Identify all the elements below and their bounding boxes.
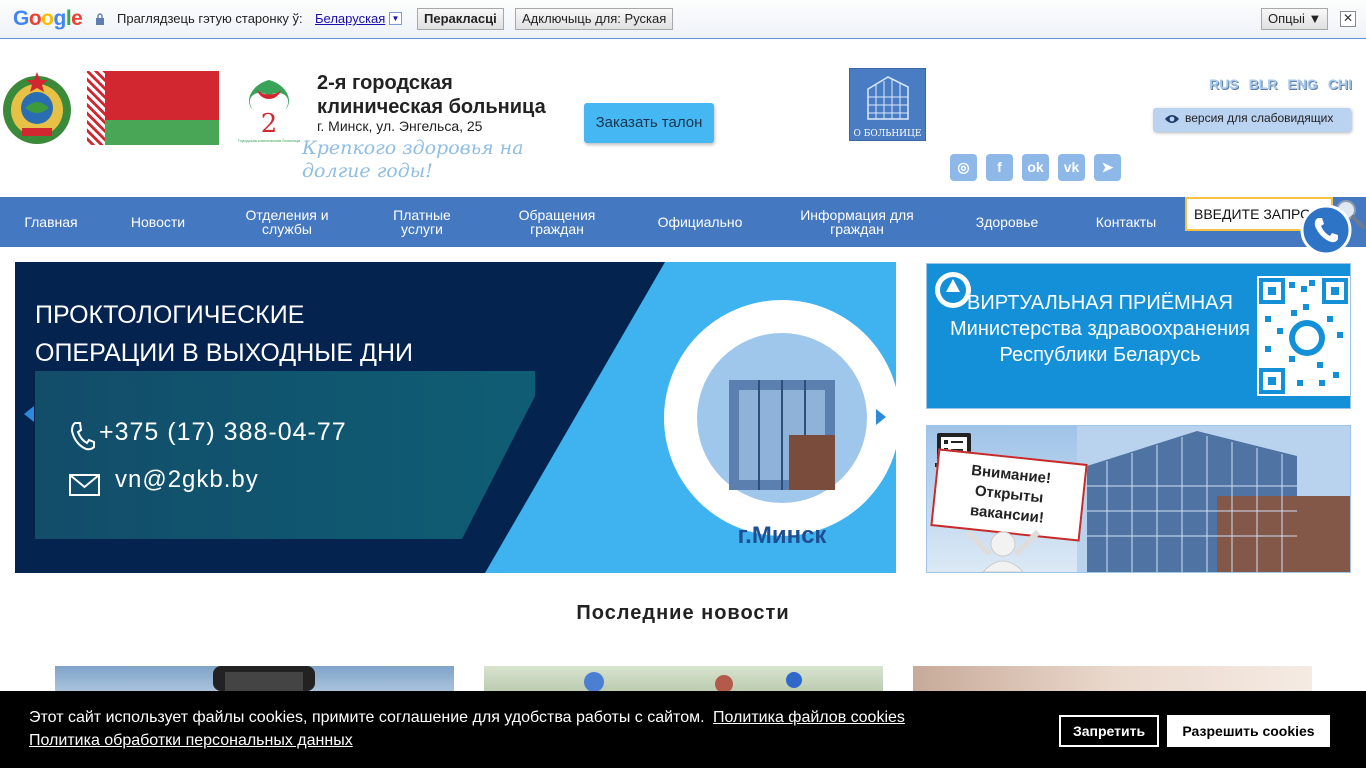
nav-item-departments[interactable]: Отделения и службы [232,197,342,247]
about-hospital-link[interactable]: О БОЛЬНИЦЕ [849,68,926,141]
translate-bar: Google Праглядзець гэтую старонку ў: Бел… [0,0,1366,39]
hospital-logo-icon: 2 Городская клиническая больница [238,80,301,143]
disable-translate-button[interactable]: Адключыць для: Руская [515,8,674,30]
figure-illustration [965,530,1041,572]
order-ticket-button[interactable]: Заказать талон [584,103,714,143]
virtual-reception-text: ВИРТУАЛЬНАЯ ПРИЁМНАЯ Министерства здраво… [950,290,1250,368]
odnoklassniki-icon[interactable]: ok [1022,154,1049,181]
close-icon[interactable]: ✕ [1340,11,1356,27]
translate-options-button[interactable]: Опцыі ▼ [1261,8,1329,30]
nav-item-contacts[interactable]: Контакты [1082,197,1170,247]
translate-language-link[interactable]: Беларуская [315,11,385,26]
banner-contact-panel [35,371,535,539]
state-emblem-icon [3,72,71,144]
telegram-icon[interactable]: ➤ [1094,154,1121,181]
nav-item-official[interactable]: Официально [648,197,752,247]
hospital-name: 2-я городская клиническая больница [317,72,546,118]
svg-text:2: 2 [261,109,278,139]
deny-cookies-button[interactable]: Запретить [1059,715,1159,747]
qr-code-icon [1257,276,1350,396]
cookie-text: Этот сайт использует файлы cookies, прим… [29,709,705,726]
banner-phone: +375 (17) 388-04-77 [99,418,347,446]
building-icon [867,76,909,120]
banner-next-arrow[interactable] [876,409,886,425]
low-vision-version-button[interactable]: версия для слабовидящих [1153,108,1351,132]
nav-item-news[interactable]: Новости [118,197,198,247]
lock-icon [96,13,104,25]
vk-icon[interactable]: vk [1058,154,1085,181]
cookie-policy-link[interactable]: Политика файлов cookies [713,709,905,727]
hospital-address: г. Минск, ул. Энгельса, 25 [317,118,483,134]
facebook-icon[interactable]: f [986,154,1013,181]
banner-seal-city: г.Минск [738,522,828,549]
hospital-slogan: Крепкого здоровья на долгие годы! [302,137,524,182]
lang-blr-link[interactable]: BLR [1249,76,1278,92]
nav-item-health[interactable]: Здоровье [962,197,1052,247]
language-dropdown-icon[interactable]: ▼ [389,12,402,25]
allow-cookies-button[interactable]: Разрешить cookies [1167,715,1330,747]
nav-item-info[interactable]: Информация для граждан [788,197,926,247]
virtual-reception-line3: Республики Беларусь [999,344,1201,366]
national-flag [87,71,219,145]
banner-prev-arrow[interactable] [24,406,34,422]
translate-prompt: Праглядзець гэтую старонку ў: [117,11,303,26]
banner-title: ПРОКТОЛОГИЧЕСКИЕ ОПЕРАЦИИ В ВЫХОДНЫЕ ДНИ [35,296,413,372]
translate-button[interactable]: Перакласці [417,8,504,30]
virtual-reception-line1: ВИРТУАЛЬНАЯ ПРИЁМНАЯ [967,292,1233,314]
svg-text:Городская клиническая больница: Городская клиническая больница [238,138,301,143]
nav-item-paid-services[interactable]: Платные услуги [380,197,464,247]
news-image [584,672,802,693]
personal-data-policy-link[interactable]: Политика обработки персональных данных [29,732,353,750]
cookie-banner [0,691,1366,768]
lang-eng-link[interactable]: ENG [1287,76,1317,92]
eye-icon [1165,115,1179,123]
language-switcher: RUS BLR ENG CHI [1209,76,1352,92]
banner-title-line1: ПРОКТОЛОГИЧЕСКИЕ [35,301,305,329]
news-section-title: Последние новости [576,602,790,624]
virtual-reception-line2: Министерства здравоохранения [950,318,1250,340]
nav-item-appeals[interactable]: Обращения граждан [500,197,614,247]
instagram-icon[interactable]: ◎ [950,154,977,181]
lang-chi-link[interactable]: CHI [1328,76,1352,92]
main-nav: Главная Новости Отделения и службы Платн… [0,197,1366,247]
news-image [213,666,315,691]
banner-title-line2: ОПЕРАЦИИ В ВЫХОДНЫЕ ДНИ [35,339,414,367]
nav-item-home[interactable]: Главная [14,197,88,247]
vacancies-sign: Внимание! Открыты вакансии! [930,448,1088,542]
callback-phone-icon[interactable] [1300,204,1352,256]
lang-rus-link[interactable]: RUS [1209,76,1239,92]
google-logo: Google [13,7,83,30]
social-links: ◎ f ok vk ➤ [950,154,1121,181]
hospital-seal-graphic: г.Минск [664,300,896,549]
hospital-building-photo [1077,426,1350,572]
low-vision-label: версия для слабовидящих [1185,111,1334,125]
about-hospital-label: О БОЛЬНИЦЕ [853,129,922,139]
banner-email: vn@2gkb.by [115,466,259,493]
mail-icon [69,474,100,496]
phone-icon [70,422,95,451]
